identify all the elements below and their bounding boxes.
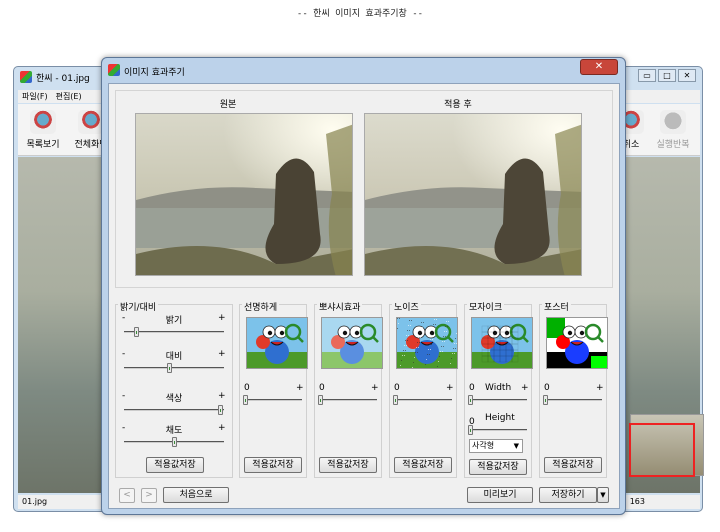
poster-slider-thumb[interactable] bbox=[543, 395, 548, 405]
navigator-selection[interactable] bbox=[629, 423, 695, 477]
sharpen-slider-thumb[interactable] bbox=[243, 395, 248, 405]
sharpen-value: 0 bbox=[244, 383, 250, 393]
noise-title: 노이즈 bbox=[392, 300, 421, 313]
page-caption: -- 한씨 이미지 효과주기창 -- bbox=[296, 9, 424, 19]
noise-thumbnail bbox=[396, 317, 458, 369]
navigator-thumbnail[interactable] bbox=[629, 414, 704, 477]
status-filename: 01.jpg bbox=[22, 497, 48, 506]
mosaic-width-value: 0 bbox=[469, 383, 475, 393]
mosaic-save-button[interactable]: 적용값저장 bbox=[469, 459, 527, 475]
slider-thumb[interactable] bbox=[172, 437, 177, 447]
poster-panel: 포스터 0 + 적용값저장 bbox=[539, 300, 608, 478]
menu-file[interactable]: 파일(F) bbox=[22, 90, 48, 103]
slider-track[interactable] bbox=[124, 367, 224, 369]
maximize-button[interactable]: □ bbox=[658, 69, 676, 82]
poster-slider-track[interactable] bbox=[544, 399, 602, 401]
redo-button[interactable]: 실행반복 bbox=[650, 110, 696, 150]
mosaic-title: 모자이크 bbox=[467, 300, 505, 313]
sharpen-title: 선명하게 bbox=[242, 300, 280, 313]
preview-button[interactable]: 미리보기 bbox=[467, 487, 533, 503]
noise-slider-thumb[interactable] bbox=[393, 395, 398, 405]
sharpen-thumbnail bbox=[246, 317, 308, 369]
slider-thumb[interactable] bbox=[133, 327, 139, 337]
sharpen-slider-track[interactable] bbox=[244, 399, 302, 401]
slider-thumb[interactable] bbox=[167, 363, 173, 373]
poster-title: 포스터 bbox=[542, 300, 571, 313]
soft-focus-slider-thumb[interactable] bbox=[318, 395, 323, 405]
redo-icon bbox=[660, 110, 686, 134]
brightness-contrast-title: 밝기/대비 bbox=[118, 300, 159, 313]
list-view-button[interactable]: 목록보기 bbox=[20, 110, 66, 150]
list-view-icon bbox=[30, 110, 56, 134]
slider-track[interactable] bbox=[124, 331, 224, 333]
brightness-save-button[interactable]: 적용값저장 bbox=[146, 457, 204, 473]
mosaic-height-slider-track[interactable] bbox=[469, 429, 527, 431]
status-info: 163 bbox=[629, 497, 645, 506]
noise-value: 0 bbox=[394, 383, 400, 393]
mosaic-height-slider-thumb[interactable] bbox=[468, 425, 473, 435]
poster-save-button[interactable]: 적용값저장 bbox=[544, 457, 602, 473]
minimize-button[interactable]: ▭ bbox=[638, 69, 656, 82]
slider-label: 색상 bbox=[165, 394, 183, 404]
sharpen-plus: + bbox=[296, 383, 304, 393]
soft-focus-save-button[interactable]: 적용값저장 bbox=[319, 457, 377, 473]
sharpen-save-button[interactable]: 적용값저장 bbox=[244, 457, 302, 473]
poster-value: 0 bbox=[544, 383, 550, 393]
prev-button[interactable]: < bbox=[119, 488, 135, 503]
next-button[interactable]: > bbox=[141, 488, 157, 503]
poster-thumbnail bbox=[546, 317, 608, 369]
poster-plus: + bbox=[596, 383, 604, 393]
mosaic-width-label: Width bbox=[485, 383, 512, 393]
dialog-close-button[interactable]: ✕ bbox=[580, 59, 618, 75]
close-button[interactable]: ✕ bbox=[678, 69, 696, 82]
soft-focus-thumbnail bbox=[321, 317, 383, 369]
save-button[interactable]: 저장하기 bbox=[539, 487, 597, 503]
original-image bbox=[135, 113, 353, 276]
soft-focus-title: 뽀샤시효과 bbox=[317, 300, 363, 313]
mosaic-shape-select[interactable]: 사각형 ▼ bbox=[469, 439, 523, 453]
chevron-down-icon: ▼ bbox=[513, 442, 519, 450]
applied-image bbox=[364, 113, 582, 276]
noise-save-button[interactable]: 적용값저장 bbox=[394, 457, 452, 473]
soft-focus-value: 0 bbox=[319, 383, 325, 393]
soft-focus-panel: 뽀샤시효과 0 + 적용값저장 bbox=[314, 300, 383, 478]
soft-focus-plus: + bbox=[371, 383, 379, 393]
slider-label: 대비 bbox=[165, 352, 183, 362]
mosaic-width-slider-thumb[interactable] bbox=[468, 395, 473, 405]
preview-group: 원본 적용 후 bbox=[115, 90, 613, 288]
slider-label: 밝기 bbox=[165, 316, 183, 326]
menu-edit[interactable]: 편집(E) bbox=[56, 90, 82, 103]
mosaic-thumbnail bbox=[471, 317, 533, 369]
mosaic-width-slider-track[interactable] bbox=[469, 399, 527, 401]
save-dropdown-button[interactable]: ▼ bbox=[597, 487, 609, 503]
sharpen-panel: 선명하게 0 + 적용값저장 bbox=[239, 300, 308, 478]
original-label: 원본 bbox=[219, 100, 237, 110]
effects-dialog: 이미지 효과주기 ✕ 원본 적용 후 밝기/대비 적용값저장 - + 밝기 - … bbox=[101, 57, 626, 515]
dialog-client: 원본 적용 후 밝기/대비 적용값저장 - + 밝기 - + 대비 - + 색상… bbox=[108, 83, 620, 509]
slider-thumb[interactable] bbox=[218, 405, 224, 415]
mosaic-panel: 모자이크 0 Width + Height 0 사각형 ▼ 적용값저장 bbox=[464, 300, 533, 478]
noise-plus: + bbox=[446, 383, 454, 393]
noise-slider-track[interactable] bbox=[394, 399, 452, 401]
mosaic-width-plus: + bbox=[521, 383, 529, 393]
brightness-contrast-panel: 밝기/대비 적용값저장 - + 밝기 - + 대비 - + 색상 - + 채도 bbox=[115, 300, 233, 478]
app-icon bbox=[108, 64, 120, 76]
soft-focus-slider-track[interactable] bbox=[319, 399, 377, 401]
app-icon bbox=[20, 71, 32, 83]
slider-label: 채도 bbox=[165, 426, 183, 436]
slider-track[interactable] bbox=[124, 409, 224, 411]
noise-panel: 노이즈 0 + 적용값저장 bbox=[389, 300, 458, 478]
mosaic-height-label: Height bbox=[485, 413, 515, 423]
main-window-title: 한씨 - 01.jpg bbox=[36, 74, 90, 84]
applied-label: 적용 후 bbox=[444, 100, 472, 110]
dialog-titlebar: 이미지 효과주기 ✕ bbox=[102, 58, 625, 82]
dialog-title: 이미지 효과주기 bbox=[124, 68, 185, 78]
reset-button[interactable]: 처음으로 bbox=[163, 487, 229, 503]
